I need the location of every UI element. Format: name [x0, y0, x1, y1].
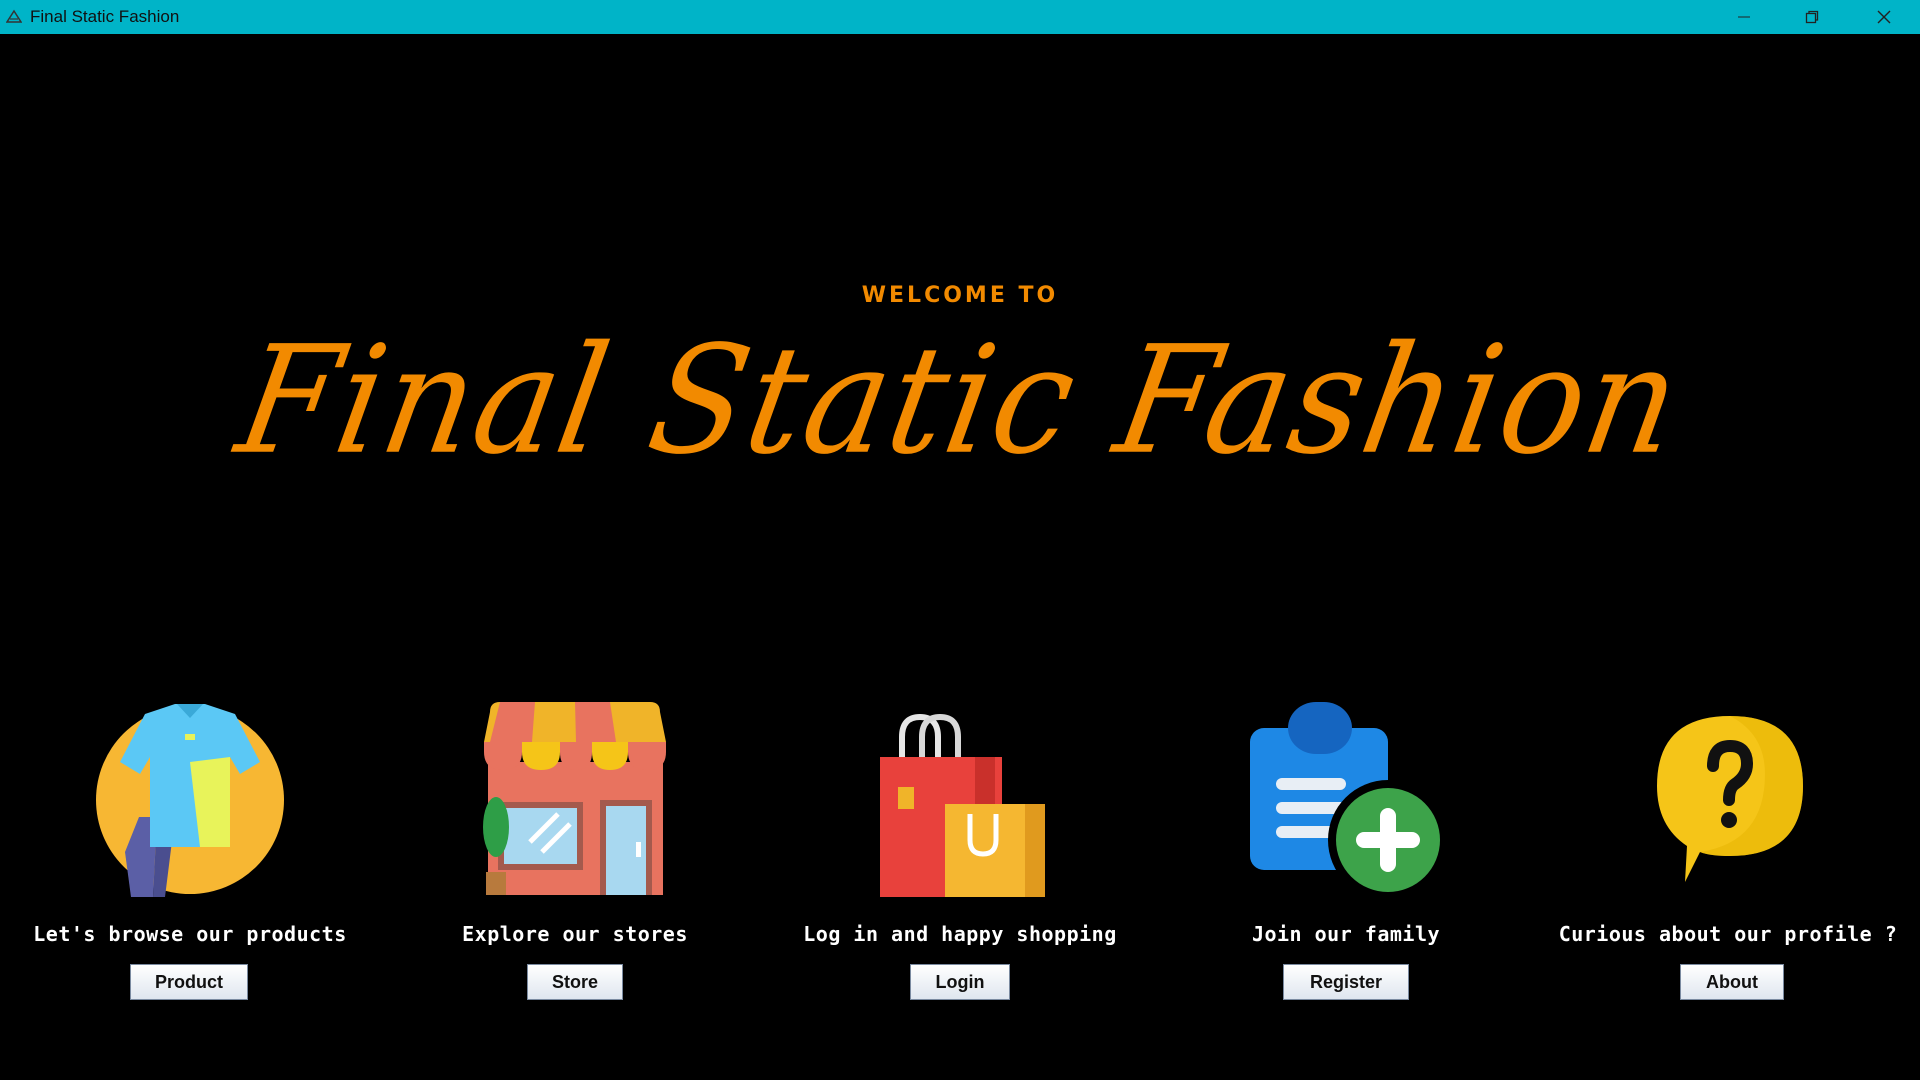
question-bubble-icon [1657, 716, 1803, 882]
brand-title: Final Static Fashion [226, 313, 1694, 488]
store-icon [483, 702, 666, 895]
product-button[interactable]: Product [130, 964, 248, 1000]
close-icon [1877, 10, 1891, 24]
feature-caption: Let's browse our products [33, 922, 347, 946]
clipboard-add-icon [1250, 702, 1448, 900]
shopping-bags-icon [880, 713, 1045, 897]
login-button[interactable]: Login [910, 964, 1010, 1000]
about-button[interactable]: About [1680, 964, 1784, 1000]
register-button[interactable]: Register [1283, 964, 1409, 1000]
restore-button[interactable] [1778, 0, 1846, 34]
store-button[interactable]: Store [527, 964, 623, 1000]
restore-icon [1805, 10, 1819, 24]
window-title: Final Static Fashion [30, 7, 180, 26]
close-button[interactable] [1850, 0, 1918, 34]
minimize-icon [1738, 16, 1750, 18]
clothes-icon [96, 704, 284, 897]
minimize-button[interactable] [1710, 0, 1778, 34]
feature-caption: Curious about our profile ? [1558, 922, 1898, 946]
app-icon [6, 9, 22, 23]
feature-caption: Explore our stores [462, 922, 688, 946]
welcome-heading: WELCOME TO [861, 283, 1059, 308]
feature-caption: Log in and happy shopping [803, 922, 1117, 946]
window-titlebar: Final Static Fashion [0, 0, 1920, 34]
feature-caption: Join our family [1251, 922, 1441, 946]
